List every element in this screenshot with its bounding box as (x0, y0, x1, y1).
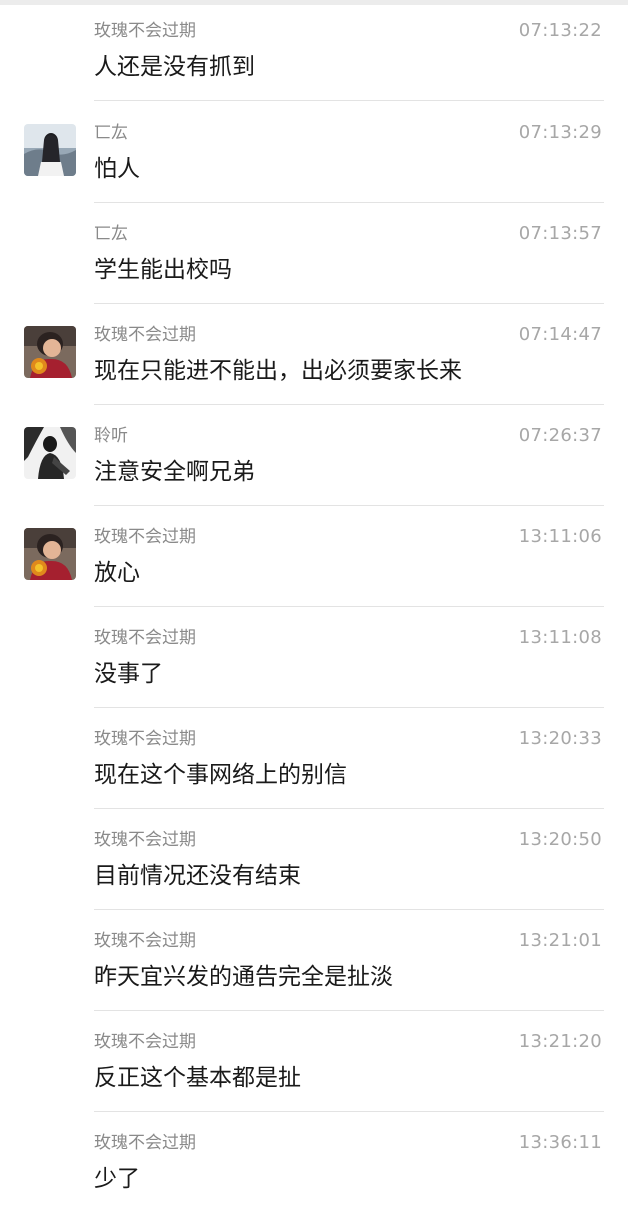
avatar[interactable] (24, 427, 76, 479)
avatar[interactable] (24, 124, 76, 176)
message-row[interactable]: 玫瑰不会过期 13:36:11 少了 (0, 1112, 628, 1213)
message-text[interactable]: 反正这个基本都是扯 (94, 1062, 301, 1094)
avatar[interactable] (24, 528, 76, 580)
message-time: 13:36:11 (518, 1132, 602, 1153)
sender-name[interactable]: 匸厷 (94, 122, 128, 144)
message-time: 07:13:29 (518, 122, 602, 143)
message-time: 07:26:37 (518, 425, 602, 446)
landscape-girl-avatar-icon (24, 124, 76, 176)
message-time: 13:20:50 (518, 829, 602, 850)
sender-name[interactable]: 玫瑰不会过期 (94, 20, 196, 42)
message-text[interactable]: 没事了 (94, 658, 163, 690)
message-time: 07:14:47 (518, 324, 602, 345)
boy-red-avatar-icon (24, 326, 76, 378)
message-time: 13:11:06 (518, 526, 602, 547)
message-text[interactable]: 放心 (94, 557, 140, 589)
message-row[interactable]: 玫瑰不会过期 13:20:33 现在这个事网络上的别信 (0, 708, 628, 809)
sender-name[interactable]: 玫瑰不会过期 (94, 829, 196, 851)
sender-name[interactable]: 玫瑰不会过期 (94, 728, 196, 750)
message-text[interactable]: 注意安全啊兄弟 (94, 456, 255, 488)
message-row[interactable]: 玫瑰不会过期 13:21:01 昨天宜兴发的通告完全是扯淡 (0, 910, 628, 1011)
message-row[interactable]: 玫瑰不会过期 13:21:20 反正这个基本都是扯 (0, 1011, 628, 1112)
message-row[interactable]: 玫瑰不会过期 07:13:22 人还是没有抓到 (0, 0, 628, 101)
message-time: 13:11:08 (518, 627, 602, 648)
message-time: 07:13:57 (518, 223, 602, 244)
avatar[interactable] (24, 326, 76, 378)
sender-name[interactable]: 玫瑰不会过期 (94, 1132, 196, 1154)
message-row[interactable]: 玫瑰不会过期 13:20:50 目前情况还没有结束 (0, 809, 628, 910)
sender-name[interactable]: 玫瑰不会过期 (94, 526, 196, 548)
sender-name[interactable]: 匸厷 (94, 223, 128, 245)
sender-name[interactable]: 玫瑰不会过期 (94, 930, 196, 952)
message-text[interactable]: 学生能出校吗 (94, 254, 232, 286)
message-row[interactable]: 聆听 07:26:37 注意安全啊兄弟 (0, 405, 628, 506)
message-row[interactable]: 玫瑰不会过期 13:11:08 没事了 (0, 607, 628, 708)
message-time: 13:21:01 (518, 930, 602, 951)
message-text[interactable]: 昨天宜兴发的通告完全是扯淡 (94, 961, 393, 993)
message-row[interactable]: 匸厷 07:13:29 怕人 (0, 102, 628, 203)
message-text[interactable]: 人还是没有抓到 (94, 51, 255, 83)
sender-name[interactable]: 玫瑰不会过期 (94, 627, 196, 649)
message-time: 07:13:22 (518, 20, 602, 41)
message-text[interactable]: 现在只能进不能出，出必须要家长来 (94, 355, 462, 387)
message-text[interactable]: 少了 (94, 1163, 140, 1195)
message-text[interactable]: 现在这个事网络上的别信 (94, 759, 347, 791)
message-time: 13:21:20 (518, 1031, 602, 1052)
ink-figure-avatar-icon (24, 427, 76, 479)
boy-red-avatar-icon (24, 528, 76, 580)
divider (94, 100, 604, 101)
sender-name[interactable]: 聆听 (94, 425, 128, 447)
sender-name[interactable]: 玫瑰不会过期 (94, 324, 196, 346)
message-row[interactable]: 玫瑰不会过期 13:11:06 放心 (0, 506, 628, 607)
message-text[interactable]: 目前情况还没有结束 (94, 860, 301, 892)
message-time: 13:20:33 (518, 728, 602, 749)
message-row[interactable]: 匸厷 07:13:57 学生能出校吗 (0, 203, 628, 304)
message-row[interactable]: 玫瑰不会过期 07:14:47 现在只能进不能出，出必须要家长来 (0, 304, 628, 405)
message-text[interactable]: 怕人 (94, 153, 140, 185)
sender-name[interactable]: 玫瑰不会过期 (94, 1031, 196, 1053)
